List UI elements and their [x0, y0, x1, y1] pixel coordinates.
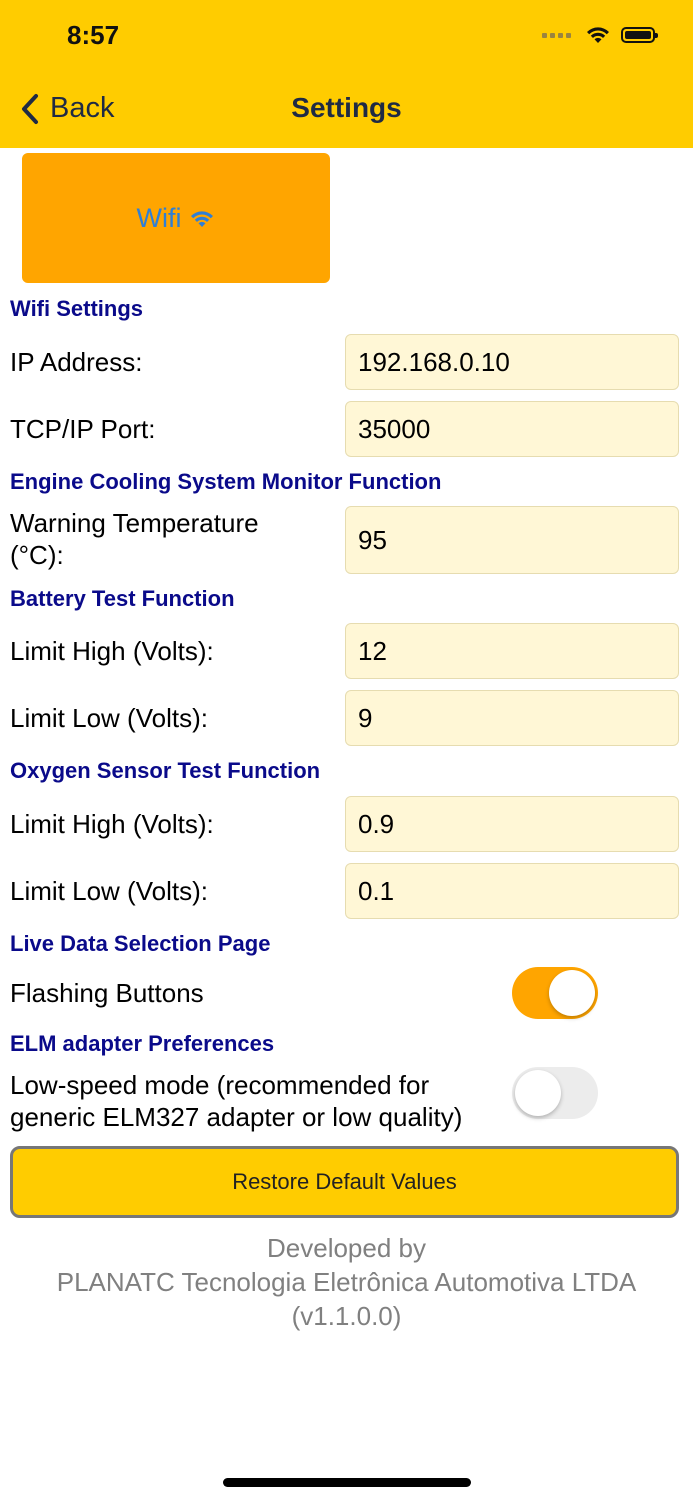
low-speed-mode-label-line1: Low-speed mode (recommended for	[10, 1070, 430, 1100]
section-elm-preferences: ELM adapter Preferences	[10, 1031, 275, 1056]
flashing-buttons-label: Flashing Buttons	[10, 978, 204, 1008]
section-oxygen-sensor: Oxygen Sensor Test Function	[10, 758, 321, 783]
wifi-tile-label: Wifi	[136, 202, 182, 233]
section-cooling-monitor: Engine Cooling System Monitor Function	[10, 469, 442, 494]
back-button[interactable]: Back	[20, 92, 114, 125]
oxygen-limit-low-input[interactable]	[345, 863, 679, 919]
ip-address-input[interactable]	[345, 334, 679, 390]
section-wifi-settings: Wifi Settings	[10, 296, 144, 321]
wifi-connection-button[interactable]: Wifi	[22, 153, 330, 283]
oxygen-limit-low-label: Limit Low (Volts):	[10, 876, 208, 906]
footer-version: (v1.1.0.0)	[291, 1301, 402, 1331]
restore-defaults-label: Restore Default Values	[232, 1169, 457, 1194]
footer-developed-by: Developed by	[267, 1233, 426, 1263]
battery-limit-high-label: Limit High (Volts):	[10, 636, 214, 666]
oxygen-limit-high-label: Limit High (Volts):	[10, 809, 214, 839]
cellular-signal-icon	[542, 32, 571, 38]
warning-temperature-input[interactable]	[345, 506, 679, 574]
toggle-knob	[549, 970, 595, 1016]
wifi-icon	[191, 211, 214, 227]
battery-limit-low-input[interactable]	[345, 690, 679, 746]
warning-temperature-label-line2: (°C):	[10, 540, 64, 570]
low-speed-mode-label: Low-speed mode (recommended for generic …	[10, 1069, 462, 1133]
warning-temperature-label-line1: Warning Temperature	[10, 508, 259, 538]
low-speed-mode-label-line2: generic ELM327 adapter or low quality)	[10, 1102, 463, 1132]
navigation-header: 8:57 Back Settings	[0, 0, 693, 148]
status-time: 8:57	[67, 20, 120, 50]
battery-limit-low-label: Limit Low (Volts):	[10, 703, 208, 733]
warning-temperature-label: Warning Temperature (°C):	[10, 507, 259, 571]
home-indicator[interactable]	[223, 1478, 471, 1487]
wifi-signal-icon	[587, 27, 609, 43]
flashing-buttons-toggle[interactable]	[512, 967, 598, 1019]
back-label: Back	[50, 92, 115, 124]
oxygen-limit-high-input[interactable]	[345, 796, 679, 852]
tcp-port-input[interactable]	[345, 401, 679, 457]
chevron-left-icon	[22, 93, 38, 124]
battery-limit-high-input[interactable]	[345, 623, 679, 679]
section-live-data: Live Data Selection Page	[10, 931, 271, 956]
footer-company: PLANATC Tecnologia Eletrônica Automotiva…	[56, 1267, 637, 1297]
status-icons	[542, 25, 658, 45]
restore-defaults-button[interactable]: Restore Default Values	[10, 1146, 679, 1218]
section-battery-test: Battery Test Function	[10, 586, 235, 611]
ip-address-label: IP Address:	[10, 347, 143, 377]
tcp-port-label: TCP/IP Port:	[10, 414, 156, 444]
low-speed-mode-toggle[interactable]	[512, 1067, 598, 1119]
battery-icon	[621, 27, 658, 43]
toggle-knob	[515, 1070, 561, 1116]
